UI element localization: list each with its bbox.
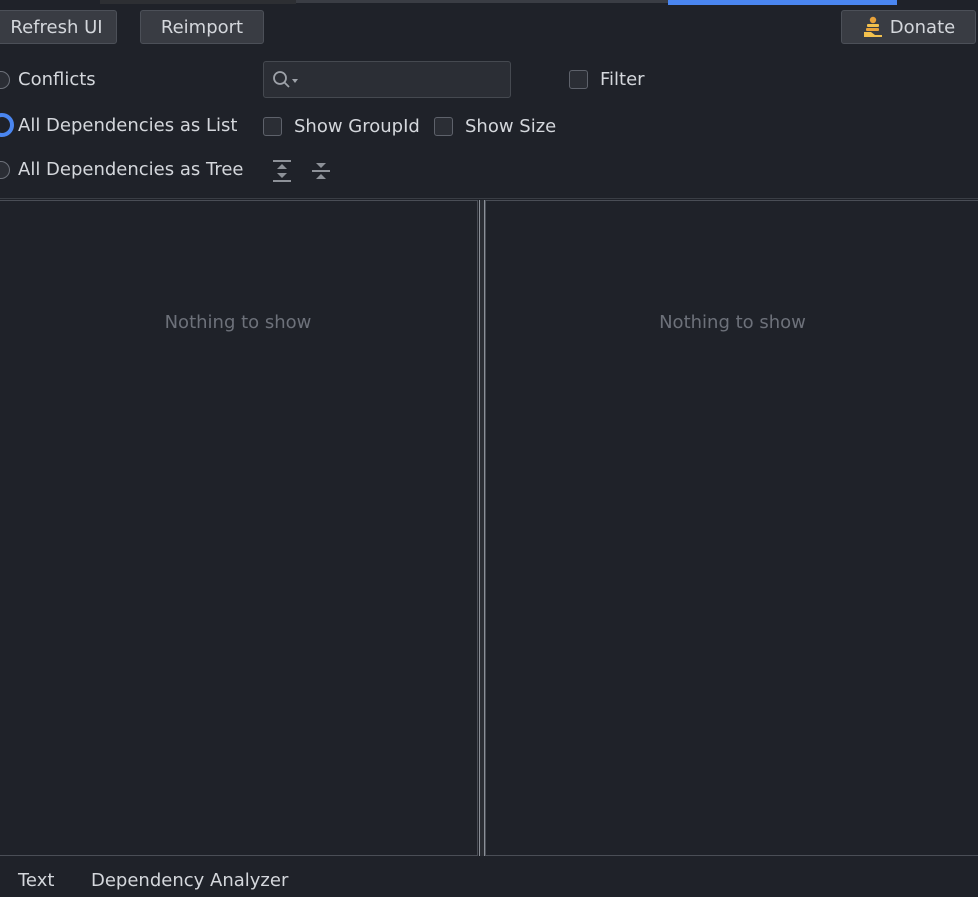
refresh-ui-label: Refresh UI (10, 16, 103, 38)
left-empty-text: Nothing to show (164, 311, 312, 333)
tab-text[interactable]: Text (18, 870, 54, 891)
filter-label: Filter (600, 69, 645, 90)
radio-all-dependencies-list[interactable]: All Dependencies as List (0, 113, 237, 137)
toolbar-divider (0, 198, 978, 199)
search-icon[interactable] (272, 70, 302, 90)
reimport-label: Reimport (160, 16, 244, 38)
right-panel[interactable]: Nothing to show (485, 200, 978, 856)
top-tab-strip (0, 0, 978, 5)
left-panel[interactable]: Nothing to show (0, 200, 478, 856)
tab-strip-segment (296, 0, 668, 3)
radio-circle-selected[interactable] (0, 113, 14, 137)
filter-checkbox[interactable]: Filter (569, 69, 645, 90)
radio-list-label: All Dependencies as List (18, 114, 238, 136)
show-groupid-checkbox[interactable]: Show GroupId (263, 116, 420, 137)
refresh-ui-button[interactable]: Refresh UI (0, 10, 117, 44)
checkbox-box[interactable] (569, 70, 588, 89)
reimport-button[interactable]: Reimport (140, 10, 264, 44)
donate-button[interactable]: Donate (841, 10, 976, 44)
show-size-checkbox[interactable]: Show Size (434, 116, 556, 137)
tab-strip-segment (100, 0, 296, 4)
checkbox-box[interactable] (263, 117, 282, 136)
collapse-all-icon[interactable] (310, 159, 332, 188)
radio-circle[interactable] (0, 70, 10, 89)
donate-icon (862, 16, 884, 38)
radio-tree-label: All Dependencies as Tree (18, 159, 244, 180)
right-empty-text: Nothing to show (659, 311, 806, 333)
radio-conflicts[interactable]: Conflicts (0, 69, 96, 90)
donate-label: Donate (889, 16, 956, 38)
show-size-label: Show Size (465, 116, 557, 137)
checkbox-box[interactable] (434, 117, 453, 136)
radio-circle[interactable] (0, 160, 10, 179)
search-input[interactable] (263, 61, 511, 98)
tab-dependency-analyzer[interactable]: Dependency Analyzer (91, 870, 288, 891)
radio-all-dependencies-tree[interactable]: All Dependencies as Tree (0, 159, 244, 180)
expand-all-icon[interactable] (271, 159, 293, 188)
radio-conflicts-label: Conflicts (18, 69, 96, 90)
active-tab-indicator (668, 0, 897, 5)
show-groupid-label: Show GroupId (294, 116, 420, 137)
